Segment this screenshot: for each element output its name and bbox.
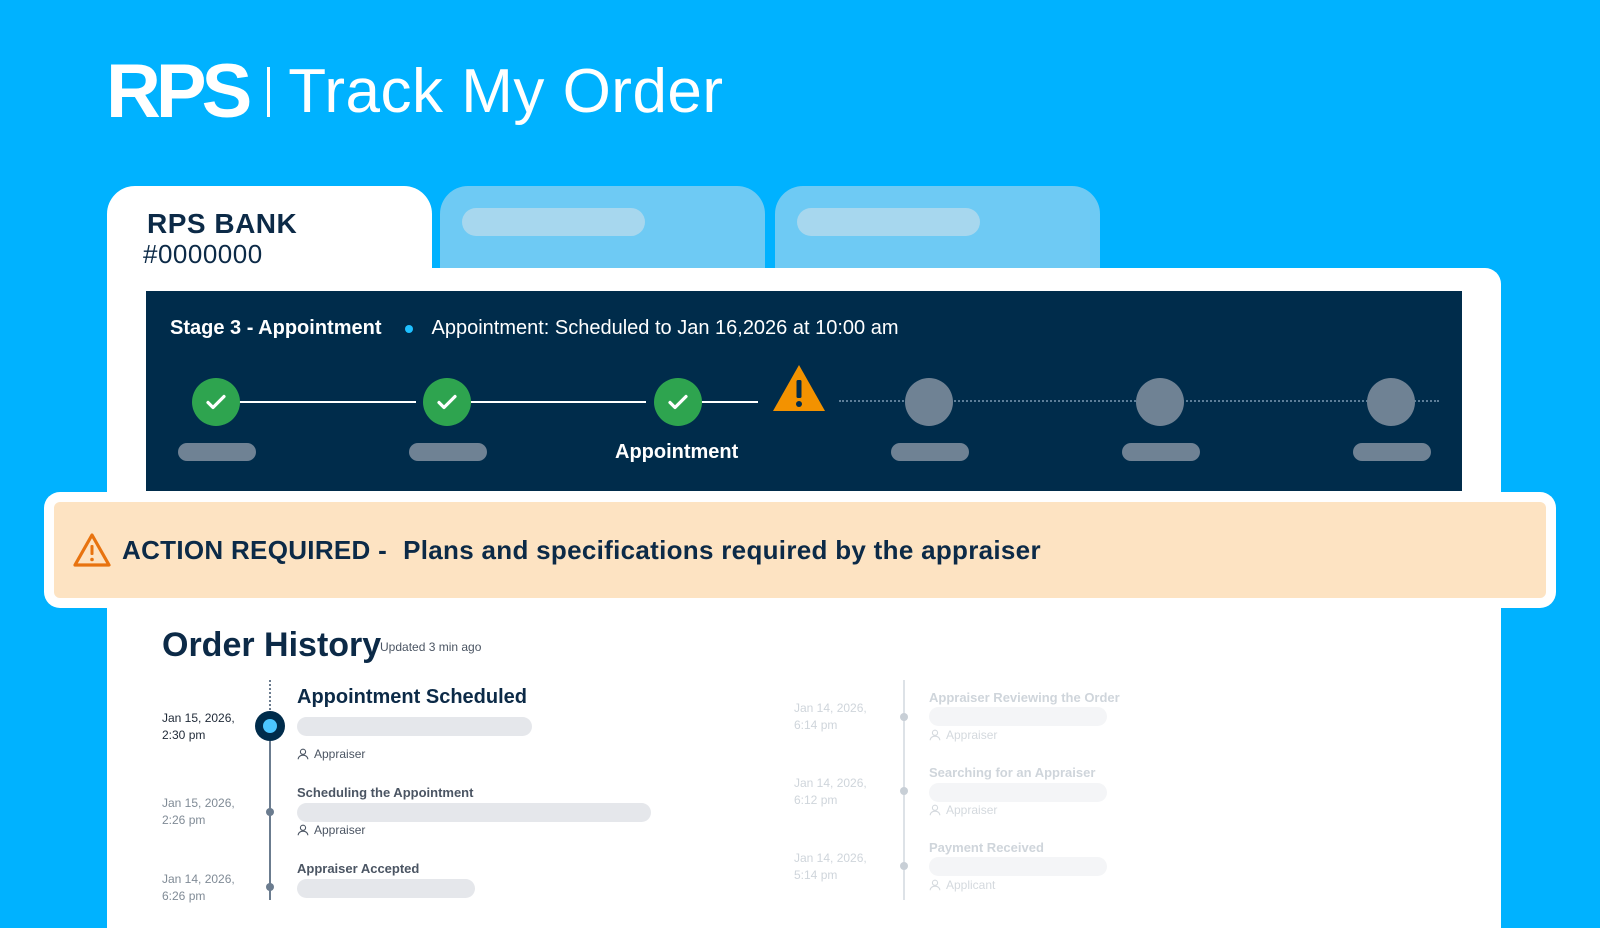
progress-line — [696, 401, 758, 403]
timeline-connector — [269, 680, 271, 710]
event-date: Jan 14, 2026, 5:14 pm — [794, 851, 867, 882]
event-detail-placeholder — [929, 783, 1107, 802]
step-3-complete[interactable] — [654, 378, 702, 426]
step-6-pending[interactable] — [1136, 378, 1184, 426]
event-role: Appraiser — [297, 823, 365, 837]
timeline-dot — [266, 883, 274, 891]
stage-header: Stage 3 - Appointment Appointment: Sched… — [170, 317, 899, 340]
timeline-dot — [900, 787, 908, 795]
tab-bank-name: RPS BANK — [147, 208, 298, 239]
step-7-label — [1353, 443, 1431, 461]
step-6-label — [1122, 443, 1200, 461]
timeline-dot — [900, 713, 908, 721]
event-role: Appraiser — [929, 803, 997, 817]
bullet-dot — [405, 324, 414, 333]
user-icon — [297, 748, 309, 760]
timeline-dot — [266, 808, 274, 816]
warning-triangle-icon — [773, 365, 825, 411]
event-title: Appointment Scheduled — [297, 686, 527, 708]
event-title: Searching for an Appraiser — [929, 765, 1096, 780]
event-role: Appraiser — [297, 747, 365, 761]
tab-placeholder-2[interactable] — [440, 186, 765, 268]
tab-placeholder-3[interactable] — [775, 186, 1100, 268]
event-detail-placeholder — [297, 879, 475, 898]
stage-progress-panel: Stage 3 - Appointment Appointment: Sched… — [146, 291, 1462, 491]
event-role: Applicant — [929, 878, 995, 892]
tab-order-number: #0000000 — [143, 239, 263, 269]
app-header: RPS Track My Order — [106, 52, 724, 132]
order-history-title: Order History — [162, 626, 382, 664]
event-date: Jan 15, 2026, 2:30 pm — [162, 711, 235, 742]
event-title: Appraiser Reviewing the Order — [929, 690, 1120, 705]
check-icon — [206, 394, 226, 410]
step-2-label — [409, 443, 487, 461]
event-detail-placeholder — [297, 717, 532, 736]
step-1-label — [178, 443, 256, 461]
timeline-dot — [900, 862, 908, 870]
user-icon — [929, 879, 941, 891]
step-7-pending[interactable] — [1367, 378, 1415, 426]
event-detail-placeholder — [929, 857, 1107, 876]
step-5-pending[interactable] — [905, 378, 953, 426]
alert-message: Plans and specifications required by the… — [403, 534, 1041, 565]
event-role: Appraiser — [929, 728, 997, 742]
step-warning[interactable] — [771, 363, 827, 418]
warning-triangle-icon — [73, 533, 111, 567]
alert-heading: ACTION REQUIRED - — [122, 534, 388, 565]
stage-title: Stage 3 - Appointment — [170, 317, 382, 339]
action-required-banner[interactable]: ACTION REQUIRED - Plans and specificatio… — [54, 502, 1546, 598]
rps-logo: RPS — [106, 49, 252, 134]
event-title: Appraiser Accepted — [297, 861, 420, 876]
event-detail-placeholder — [929, 707, 1107, 726]
timeline-active-dot — [255, 711, 285, 741]
timeline-line — [269, 741, 271, 900]
user-icon — [929, 804, 941, 816]
stage-status: Appointment: Scheduled to Jan 16,2026 at… — [431, 317, 899, 339]
event-title: Payment Received — [929, 840, 1044, 855]
event-detail-placeholder — [297, 803, 651, 822]
step-5-label — [891, 443, 969, 461]
page-title: Track My Order — [288, 57, 724, 126]
step-1-complete[interactable] — [192, 378, 240, 426]
updated-timestamp: Updated 3 min ago — [380, 640, 482, 654]
progress-line — [236, 401, 416, 403]
event-title: Scheduling the Appointment — [297, 785, 474, 800]
step-3-label: Appointment — [615, 441, 739, 463]
event-date: Jan 14, 2026, 6:12 pm — [794, 776, 867, 807]
progress-line — [466, 401, 646, 403]
event-date: Jan 15, 2026, 2:26 pm — [162, 796, 235, 827]
user-icon — [297, 824, 309, 836]
user-icon — [929, 729, 941, 741]
check-icon — [437, 394, 457, 410]
event-date: Jan 14, 2026, 6:14 pm — [794, 701, 867, 732]
check-icon — [668, 394, 688, 410]
tab-placeholder-text — [462, 208, 645, 236]
tab-placeholder-text — [797, 208, 980, 236]
step-2-complete[interactable] — [423, 378, 471, 426]
header-divider — [267, 67, 271, 117]
